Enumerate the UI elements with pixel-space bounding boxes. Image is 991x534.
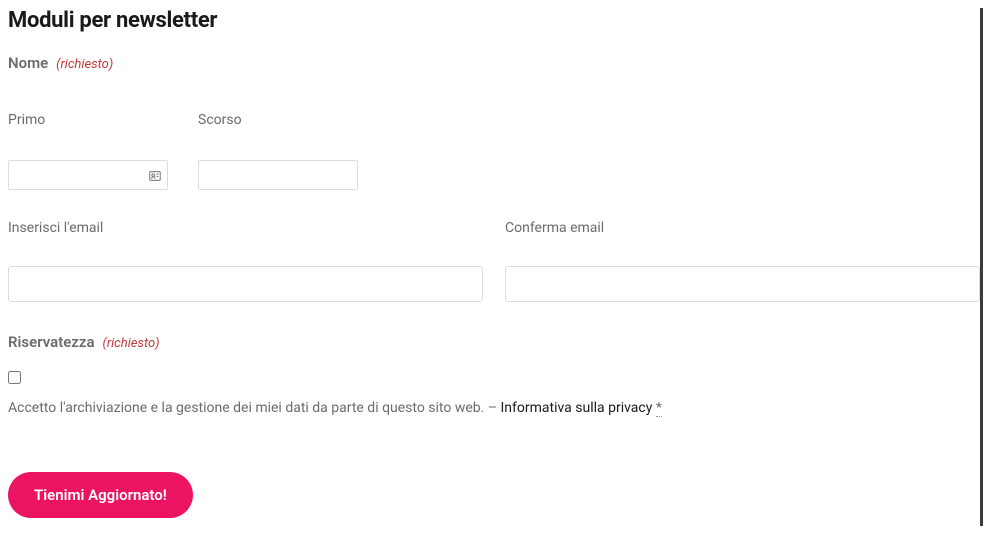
dash: – (488, 400, 501, 416)
form-heading: Moduli per newsletter (8, 8, 980, 33)
confirm-email-input[interactable] (505, 266, 980, 302)
privacy-checkbox-row (8, 369, 980, 388)
enter-email-input[interactable] (8, 266, 483, 302)
consent-text: Accetto l'archiviazione e la gestione de… (8, 400, 488, 416)
last-name-label: Scorso (198, 112, 358, 128)
confirm-email-label: Conferma email (505, 220, 980, 236)
consent-text-row: Accetto l'archiviazione e la gestione de… (8, 398, 980, 419)
privacy-checkbox[interactable] (8, 371, 21, 384)
last-name-input[interactable] (198, 160, 358, 190)
first-name-col: Primo (8, 112, 198, 190)
name-field-label-row: Nome (richiesto) (8, 53, 980, 72)
privacy-link[interactable]: Informativa sulla privacy (500, 400, 652, 416)
first-name-label: Primo (8, 112, 198, 128)
last-name-col: Scorso (198, 112, 358, 190)
first-name-input[interactable] (8, 160, 168, 190)
submit-wrap: Tienimi Aggiornato! (8, 472, 193, 518)
name-subrow: Primo Scorso (8, 112, 980, 190)
privacy-label: Riservatezza (8, 333, 95, 351)
asterisk: * (656, 400, 662, 417)
submit-button[interactable]: Tienimi Aggiornato! (8, 472, 193, 518)
name-required: (richiesto) (56, 57, 113, 72)
enter-email-label: Inserisci l'email (8, 220, 483, 236)
privacy-required: (richiesto) (103, 336, 160, 351)
privacy-section: Riservatezza (richiesto) Accetto l'archi… (8, 332, 980, 419)
enter-email-col: Inserisci l'email (8, 220, 483, 302)
confirm-email-col: Conferma email (505, 220, 980, 302)
name-label: Nome (8, 54, 48, 72)
privacy-label-row: Riservatezza (richiesto) (8, 332, 980, 351)
email-row: Inserisci l'email Conferma email (8, 220, 980, 302)
